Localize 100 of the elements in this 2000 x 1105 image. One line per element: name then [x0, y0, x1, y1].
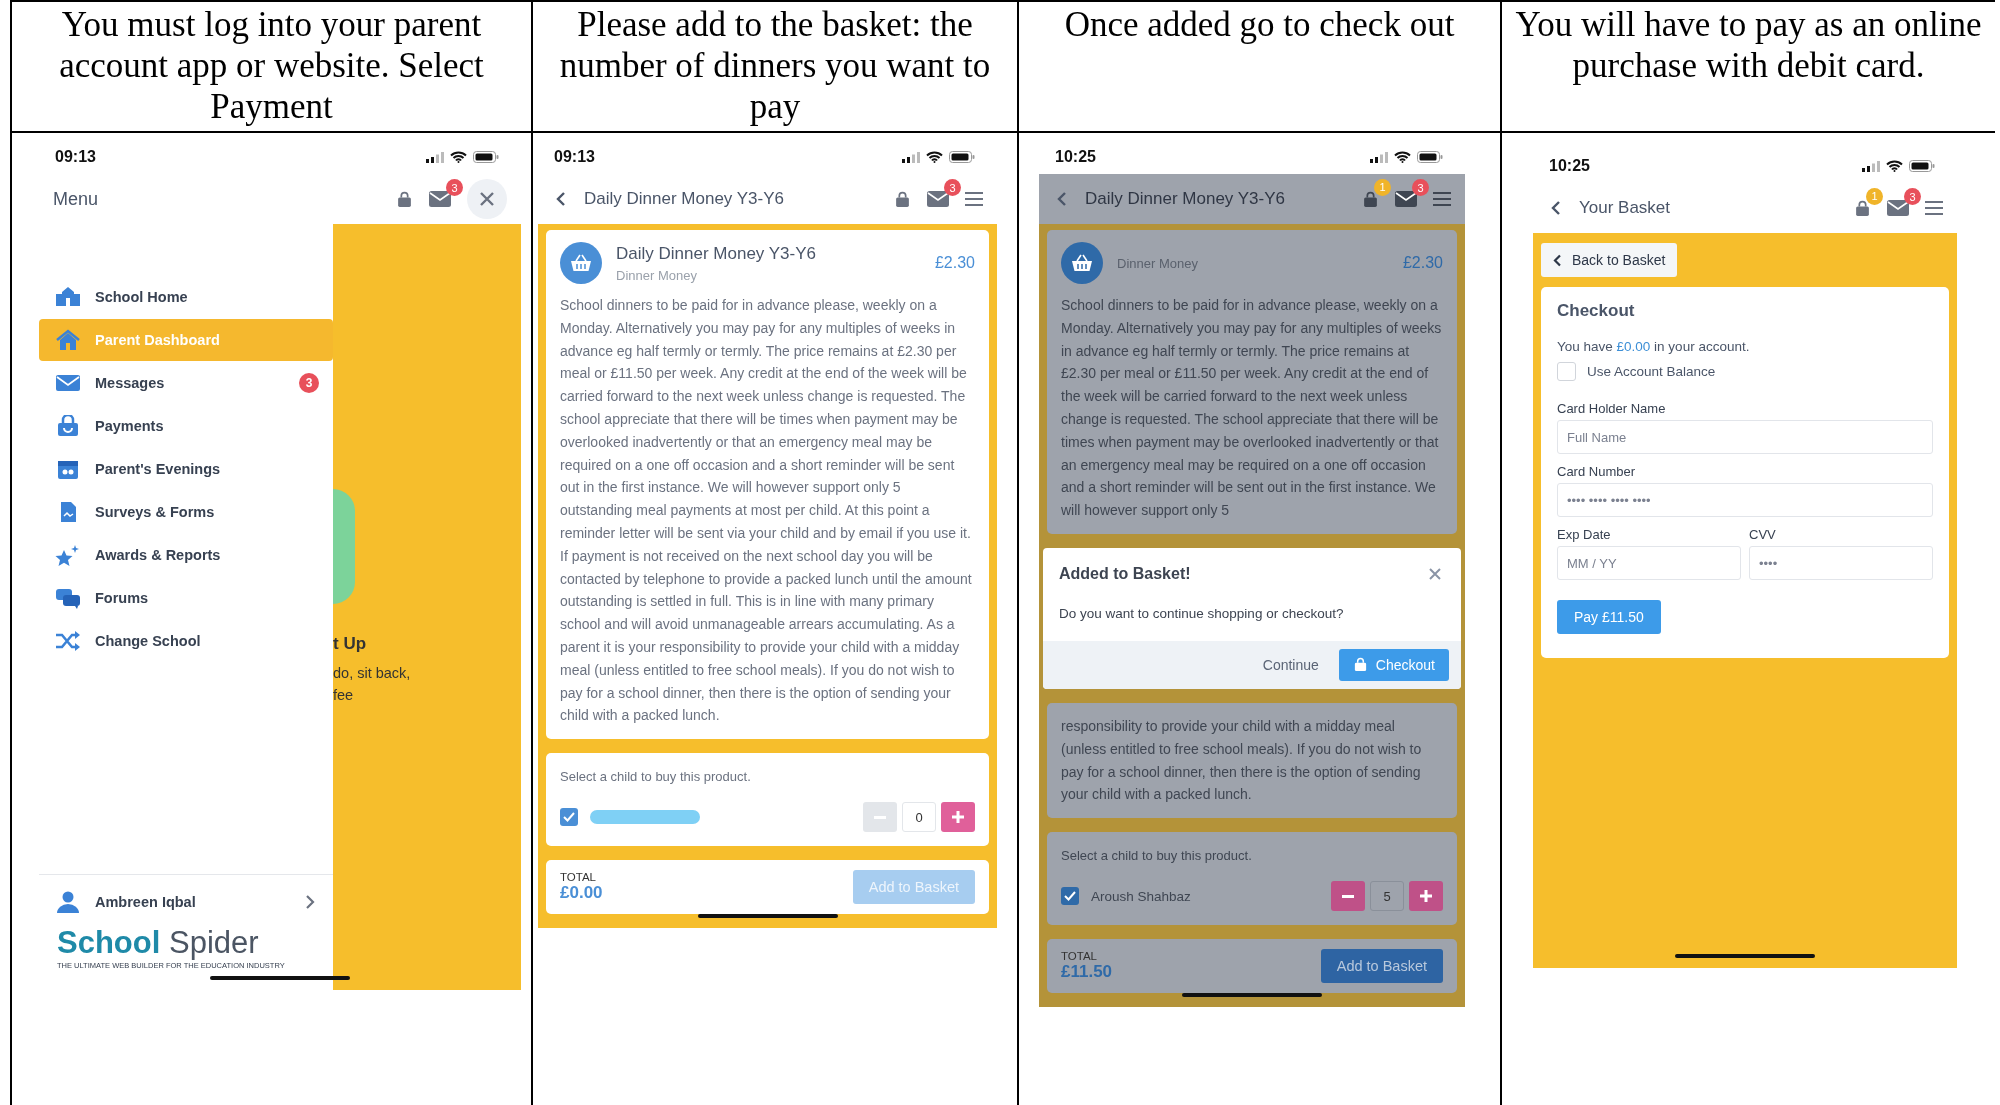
menu-item[interactable]: Messages 3 [39, 362, 333, 404]
menu-item[interactable]: Parent's Evenings [39, 448, 333, 490]
chat-bubbles-icon [55, 587, 81, 609]
instruction-text: Select a child to buy this product. [1061, 848, 1253, 864]
shopping-bag-icon [1352, 657, 1368, 673]
increase-button[interactable] [1409, 881, 1443, 912]
total-label: TOTAL [560, 871, 597, 884]
checkbox-label: Use Account Balance [1587, 364, 1716, 379]
signal-icon [1862, 160, 1880, 172]
plus-icon [1420, 890, 1432, 903]
battery-icon [1417, 151, 1443, 163]
plus-icon [952, 811, 964, 824]
wifi-icon [926, 151, 943, 163]
total-amount: £11.50 [1061, 962, 1113, 983]
product-description: responsibility to provide your child with a midday meal (unless entitled to free school meals). If you do not wish to pay for a school dinner, then there is the option of sending your child with a packed lunch. [1061, 716, 1423, 805]
school-building-icon [55, 286, 81, 308]
notification-badge: 3 [1904, 188, 1921, 205]
user-profile-item[interactable]: Ambreen Iqbal [39, 874, 333, 925]
product-price: £2.30 [1402, 254, 1443, 272]
notification-badge: 3 [446, 179, 463, 196]
field-label: Exp Date [1557, 527, 1612, 542]
shopping-bag-icon[interactable] [396, 190, 413, 208]
notification-badge: 1 [1866, 187, 1883, 205]
signal-icon [902, 151, 920, 163]
page-title: Your Basket [1579, 198, 1672, 218]
checkbox[interactable] [560, 808, 578, 827]
battery-icon [949, 151, 975, 163]
product-price: £2.30 [934, 254, 975, 272]
status-time: 09:13 [554, 148, 595, 166]
logo-wordmark: School Spider [57, 925, 260, 961]
back-chevron-icon[interactable] [1551, 200, 1561, 216]
column-heading: You will have to pay as an online purchase with debit card. [1514, 4, 1983, 86]
wifi-icon [450, 151, 467, 163]
product-description: School dinners to be paid for in advance please, weekly on a Monday. Alternatively you may pay for any multiples of weeks in advance eg half termly or termly. The price remains at £2.30 per meal or £11.50 per week. Any credit at the end of the week will be carried forward to the next week unless change is requested. The school appreciate that there will be times when payment may be overlooked inadvertently or that an emergency meal may be required on a one off occasion and a short reminder will be sent out in the first instance. We will however support only 5 [1061, 296, 1443, 521]
menu-item[interactable]: Change School [39, 620, 333, 662]
menu-icon[interactable] [1433, 192, 1451, 206]
mail-icon[interactable] [429, 191, 451, 207]
mail-icon[interactable] [927, 191, 949, 207]
stars-icon [55, 544, 81, 566]
back-chevron-icon[interactable] [1057, 191, 1067, 207]
quantity-field[interactable]: 5 [1370, 881, 1404, 912]
input-field[interactable]: Full Name [1557, 420, 1933, 454]
shuffle-arrows-icon [55, 630, 81, 652]
mail-icon[interactable] [1395, 191, 1417, 207]
decrease-button[interactable] [1331, 881, 1365, 912]
wifi-icon [1394, 151, 1411, 163]
input-field[interactable]: •••• [1749, 546, 1933, 580]
basket-icon [1061, 242, 1103, 284]
close-button[interactable] [467, 179, 507, 219]
field-label: CVV [1749, 527, 1777, 542]
add-to-basket-button[interactable]: Add to Basket [1320, 949, 1443, 984]
menu-item[interactable]: School Home [39, 276, 333, 318]
shopping-bag-icon [55, 415, 81, 437]
child-name: Aroush Shahbaz [1091, 888, 1191, 904]
menu-icon[interactable] [1925, 201, 1943, 215]
dialog-title: Added to Basket! [1059, 564, 1191, 583]
page-title: Daily Dinner Money Y3-Y6 [584, 189, 785, 209]
field-label: Card Number [1557, 464, 1637, 479]
product-category: Dinner Money [616, 267, 698, 283]
close-icon [480, 192, 494, 206]
minus-icon [1342, 894, 1354, 898]
menu-icon[interactable] [965, 192, 983, 206]
total-amount: £0.00 [560, 883, 603, 904]
menu-item[interactable]: Payments [39, 405, 333, 447]
checkbox[interactable] [1557, 362, 1576, 381]
basket-icon [560, 242, 602, 284]
chevron-left-icon [1553, 253, 1562, 267]
shopping-bag-icon[interactable] [894, 190, 911, 208]
menu-item[interactable]: Surveys & Forms [39, 491, 333, 533]
battery-icon [1909, 160, 1935, 172]
notification-badge: 3 [944, 179, 961, 196]
dialog-message: Do you want to continue shopping or checkout? [1058, 604, 1345, 623]
checkbox[interactable] [1061, 887, 1079, 906]
signal-icon [1370, 151, 1388, 163]
partial-text: do, sit back, [333, 664, 411, 683]
notification-badge: 1 [1374, 178, 1391, 196]
total-label: TOTAL [1061, 950, 1098, 963]
back-chevron-icon[interactable] [556, 191, 566, 207]
menu-title: Menu [53, 188, 100, 210]
user-icon [55, 891, 81, 913]
column-heading: Once added go to check out [1064, 4, 1455, 45]
shopping-bag-icon[interactable] [1362, 190, 1379, 208]
wifi-icon [1886, 160, 1903, 172]
partial-heading: t Up [333, 634, 367, 654]
input-field[interactable]: •••• •••• •••• •••• [1557, 483, 1933, 517]
status-time: 10:25 [1549, 157, 1590, 175]
continue-button[interactable]: Continue [1256, 655, 1325, 674]
input-field[interactable]: MM / YY [1557, 546, 1741, 580]
mail-icon[interactable] [1887, 200, 1909, 216]
partial-text: fee [333, 686, 354, 705]
quantity-field[interactable]: 0 [902, 802, 936, 833]
product-description: School dinners to be paid for in advance please, weekly on a Monday. Alternatively you may pay for any multiples of weeks in advance eg half termly or termly. The price remains at £2.30 per meal or £11.50 per week. Any credit at the end of the week will be carried forward to the next week unless change is requested. The school appreciate that there will be times when payment may be overlooked inadvertently or that an emergency meal may be required on a one off occasion and a short reminder will be sent out in the first instance. We will however support only 5 outstanding meal payments at most per child. At this point a reminder letter will be sent via your child and by email if you use it. If payment is not received on the next school day you will be contacted by telephone to provide a packed lunch until the amount outstanding is settled in full. This is in line with many primary school and will avoid unmanageable arrears accumulating. As a parent it is your responsibility to provide your child with a midday meal (unless entitled to free school meals). If you do not wish to pay for a school dinner, then there is the option of sending your child with a packed lunch. [560, 296, 973, 726]
menu-item[interactable]: Forums [39, 577, 333, 619]
increase-button[interactable] [941, 802, 975, 833]
menu-item[interactable]: Awards & Reports [39, 534, 333, 576]
back-to-basket-button[interactable]: Back to Basket [1541, 243, 1678, 277]
checkout-heading: Checkout [1557, 301, 1636, 321]
status-time: 10:25 [1055, 148, 1096, 166]
field-label: Card Holder Name [1557, 401, 1667, 416]
shopping-bag-icon[interactable] [1854, 199, 1871, 217]
